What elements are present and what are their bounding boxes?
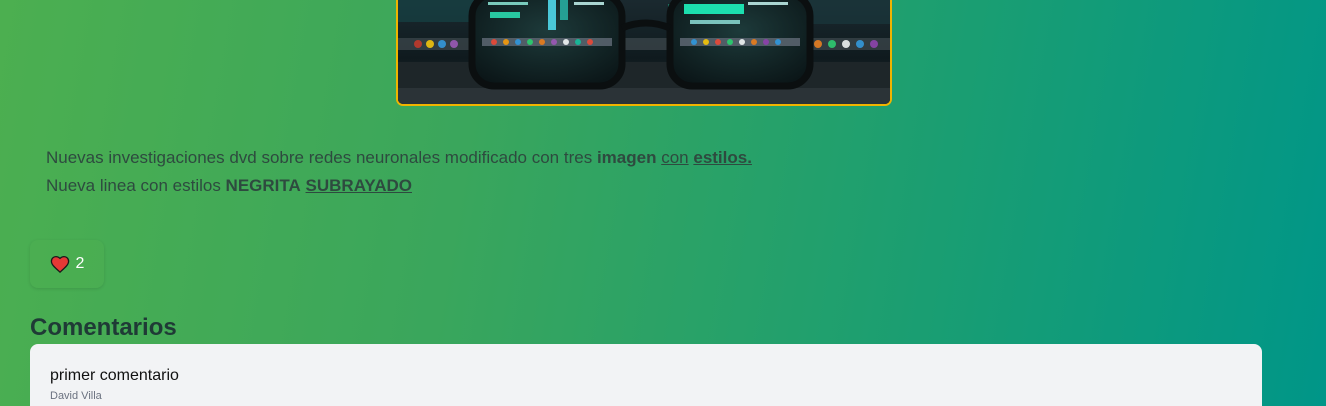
comment-card: primer comentario David Villa: [30, 344, 1262, 406]
comment-text: primer comentario: [50, 367, 179, 384]
underlined-text: con: [661, 148, 689, 167]
bold-underlined-text: estilos.: [693, 148, 752, 167]
like-count: 2: [75, 255, 85, 272]
post-description: Nuevas investigaciones dvd sobre redes n…: [46, 144, 1226, 200]
comments-title: Comentarios: [30, 314, 177, 341]
comment-author: David Villa: [50, 390, 102, 402]
bold-text: NEGRITA: [225, 176, 301, 195]
post-image: [396, 0, 892, 106]
scrollbar-thumb[interactable]: [1318, 60, 1326, 406]
description-line-1: Nuevas investigaciones dvd sobre redes n…: [46, 144, 1226, 172]
description-text: Nuevas investigaciones dvd sobre redes n…: [46, 148, 597, 167]
like-button[interactable]: 2: [30, 240, 104, 288]
page-scrollbar[interactable]: [1318, 0, 1326, 406]
description-line-2: Nueva linea con estilos NEGRITA SUBRAYAD…: [46, 172, 1226, 200]
bold-text: imagen: [596, 148, 657, 167]
bold-underlined-text: SUBRAYADO: [305, 176, 412, 195]
description-text: Nueva linea con estilos: [46, 176, 226, 195]
heart-icon: [50, 255, 70, 273]
